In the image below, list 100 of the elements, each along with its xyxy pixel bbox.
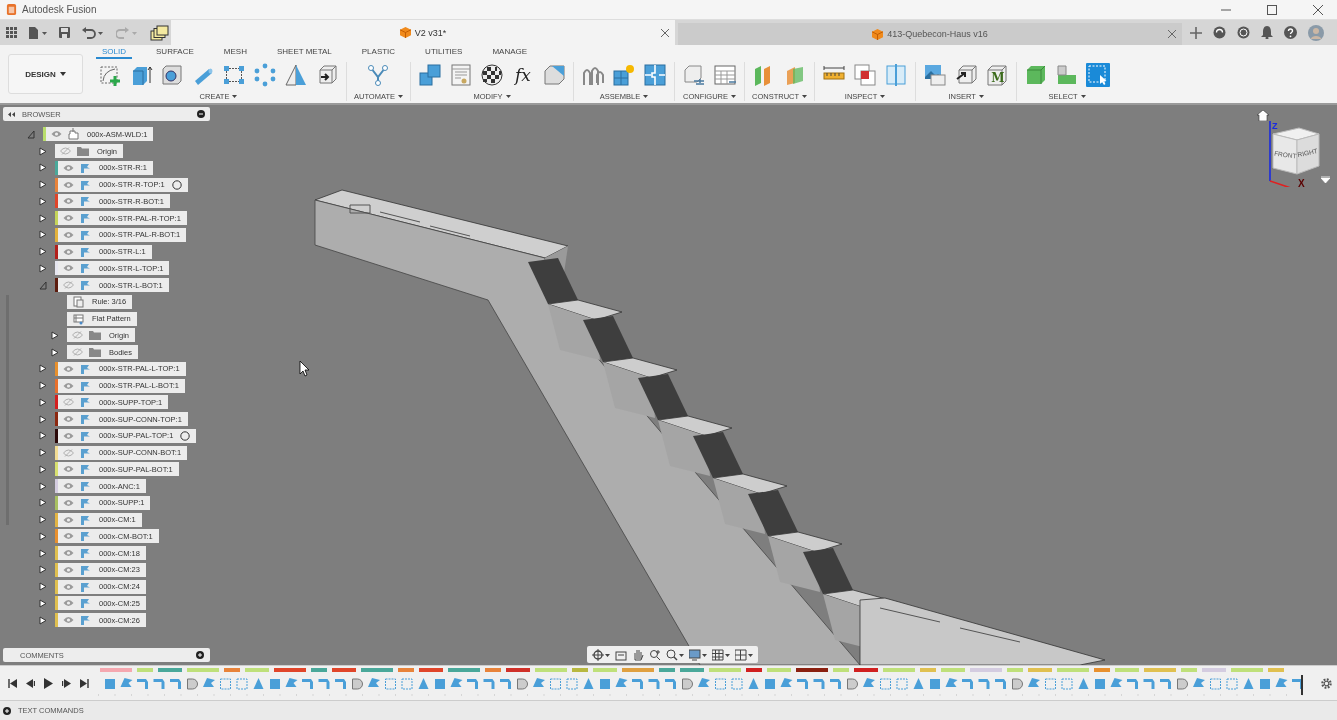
app-logo-icon xyxy=(6,4,17,15)
pan-hand-icon[interactable] xyxy=(632,648,644,661)
file-icon[interactable] xyxy=(29,26,47,39)
skip-end-icon[interactable] xyxy=(80,678,89,688)
orbit-icon[interactable] xyxy=(592,648,610,661)
grid-table-icon[interactable] xyxy=(713,63,737,87)
home-icon[interactable] xyxy=(1257,110,1269,121)
ribbon-tab[interactable]: UTILITIES xyxy=(425,47,463,59)
look-at-icon[interactable] xyxy=(615,648,627,661)
expand-arrow-icon[interactable] xyxy=(39,180,47,190)
ribbon-tab[interactable]: SURFACE xyxy=(156,47,194,59)
image-icon[interactable] xyxy=(923,63,948,87)
component-icon xyxy=(80,447,91,458)
chamfer-icon[interactable] xyxy=(542,63,566,87)
bell-icon[interactable] xyxy=(1261,26,1273,39)
step-forward-icon[interactable] xyxy=(62,678,71,688)
step-back-icon[interactable] xyxy=(26,678,35,688)
expand-arrow-icon[interactable] xyxy=(39,414,47,424)
zoom-icon[interactable] xyxy=(649,648,661,661)
expand-arrow-icon[interactable] xyxy=(39,498,47,508)
collapse-arrow-icon[interactable] xyxy=(39,280,47,290)
expand-arrow-icon[interactable] xyxy=(39,464,47,474)
interference-icon[interactable] xyxy=(853,63,878,87)
cubes-icon[interactable] xyxy=(418,63,442,87)
expand-arrow-icon[interactable] xyxy=(39,196,47,206)
close-tab-icon[interactable] xyxy=(661,28,669,37)
undo-icon[interactable] xyxy=(82,26,104,39)
expand-icon[interactable] xyxy=(3,706,11,715)
document-tab[interactable]: 413-Quebecon-Haus v16 xyxy=(678,23,1182,45)
expand-arrow-icon[interactable] xyxy=(39,230,47,240)
collapse-arrow-icon[interactable] xyxy=(27,129,35,139)
close-icon[interactable] xyxy=(1313,4,1323,15)
document-tab[interactable]: V2 v31* xyxy=(171,20,675,45)
expand-arrow-icon[interactable] xyxy=(39,565,47,575)
viewports-icon[interactable] xyxy=(735,648,753,661)
expand-arrow-icon[interactable] xyxy=(39,146,47,156)
puzzle-icon[interactable] xyxy=(643,63,667,87)
play-icon[interactable] xyxy=(44,677,53,689)
skip-start-icon[interactable] xyxy=(8,678,17,688)
expand-arrow-icon[interactable] xyxy=(39,515,47,525)
insert-icon[interactable] xyxy=(954,63,979,87)
activate-radio-icon[interactable] xyxy=(180,430,191,441)
panel-minimize-icon[interactable] xyxy=(197,110,205,118)
checker-sphere-icon[interactable] xyxy=(480,63,504,87)
maximize-icon[interactable] xyxy=(1267,4,1277,15)
expand-arrow-icon[interactable] xyxy=(39,263,47,273)
expand-arrow-icon[interactable] xyxy=(39,397,47,407)
save-icon[interactable] xyxy=(59,27,70,38)
expand-arrow-icon[interactable] xyxy=(39,548,47,558)
window-select-icon[interactable] xyxy=(1086,63,1111,87)
expand-arrow-icon[interactable] xyxy=(39,531,47,541)
display-settings-icon[interactable] xyxy=(689,648,707,661)
node-graph-icon[interactable] xyxy=(366,63,391,87)
expand-arrow-icon[interactable] xyxy=(39,381,47,391)
sketch-icon[interactable] xyxy=(98,63,122,87)
formula-icon[interactable]: fx xyxy=(511,63,535,87)
fit-zoom-icon[interactable] xyxy=(666,648,684,661)
grid-icon[interactable] xyxy=(712,648,730,661)
new-component-icon[interactable] xyxy=(612,63,636,87)
data-panel-icon[interactable] xyxy=(150,24,170,41)
hole-icon[interactable] xyxy=(160,63,184,87)
window-title: Autodesk Fusion xyxy=(22,4,97,15)
expand-arrow-icon[interactable] xyxy=(39,247,47,257)
add-comment-icon[interactable] xyxy=(196,651,204,659)
cube-icon xyxy=(399,27,411,38)
collapse-panel-icon[interactable] xyxy=(8,111,15,117)
expand-arrow-icon[interactable] xyxy=(51,347,59,357)
settings-icon[interactable] xyxy=(1321,677,1332,689)
ribbon-tab[interactable]: MESH xyxy=(223,47,247,59)
expand-arrow-icon[interactable] xyxy=(39,163,47,173)
expand-arrow-icon[interactable] xyxy=(39,431,47,441)
expand-arrow-icon[interactable] xyxy=(39,615,47,625)
close-tab-icon[interactable] xyxy=(1168,30,1176,38)
configure-icon[interactable] xyxy=(682,63,706,87)
section-icon[interactable] xyxy=(884,63,909,87)
ribbon-tab[interactable]: SOLID xyxy=(96,47,132,59)
expand-arrow-icon[interactable] xyxy=(39,582,47,592)
expand-arrow-icon[interactable] xyxy=(39,213,47,223)
new-tab-icon[interactable] xyxy=(1190,26,1202,39)
view-menu-icon[interactable] xyxy=(1321,176,1330,183)
component-icon xyxy=(80,229,91,240)
expand-arrow-icon[interactable] xyxy=(39,448,47,458)
workspace-dropdown[interactable]: DESIGN xyxy=(8,54,83,94)
expand-arrow-icon[interactable] xyxy=(39,481,47,491)
pattern-icon[interactable] xyxy=(222,63,246,87)
help-icon[interactable] xyxy=(1284,26,1297,39)
ribbon-tab[interactable]: PLASTIC xyxy=(361,47,396,59)
activate-radio-icon[interactable] xyxy=(171,179,182,190)
component-icon xyxy=(80,263,91,274)
circular-pattern-icon[interactable] xyxy=(253,63,277,87)
expand-arrow-icon[interactable] xyxy=(39,364,47,374)
caret-icon xyxy=(802,95,808,98)
expand-arrow-icon[interactable] xyxy=(39,598,47,608)
ribbon-tab[interactable]: SHEET METAL xyxy=(276,47,332,59)
caret-icon xyxy=(643,95,649,98)
component-icon xyxy=(80,414,91,425)
expand-arrow-icon[interactable] xyxy=(51,330,59,340)
triangle-icon[interactable] xyxy=(284,63,308,87)
apps-grid-icon[interactable] xyxy=(6,27,17,38)
ribbon-tab[interactable]: MANAGE xyxy=(492,47,528,59)
